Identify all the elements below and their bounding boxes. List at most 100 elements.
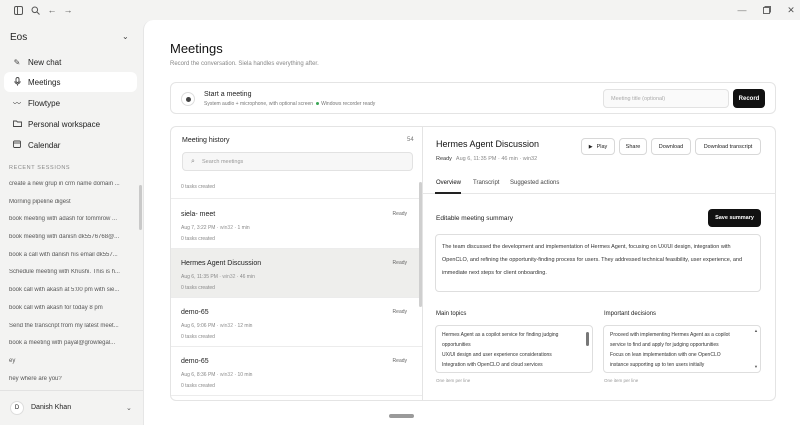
record-button[interactable]: Record <box>733 89 765 108</box>
meeting-title-input[interactable] <box>603 89 729 108</box>
session-item[interactable]: Schedule meeting with Khushi. This is h.… <box>9 269 131 275</box>
nav-meetings[interactable]: Meetings <box>4 72 137 92</box>
search-icon: ⌕ <box>191 158 195 165</box>
session-item[interactable]: book a call with danish his email dk557.… <box>9 252 131 258</box>
meeting-title: demo-65 <box>181 358 209 365</box>
nav-label: Calendar <box>28 140 61 150</box>
session-item[interactable]: Morning pipeline digest <box>9 199 131 205</box>
app-window: ← → — ✕ Eos ⌄ ✎ New chat Meetings 〰 Flow… <box>0 0 800 425</box>
status-badge: Ready <box>392 211 407 217</box>
session-item[interactable]: book meeting with adash for tommrow ... <box>9 216 131 222</box>
share-button[interactable]: Share <box>619 138 647 155</box>
important-decisions-label: Important decisions <box>604 311 657 317</box>
nav-calendar[interactable]: Calendar <box>4 135 137 155</box>
search-icon[interactable] <box>29 4 41 16</box>
resize-handle[interactable] <box>389 414 414 418</box>
main-topics-textarea[interactable]: Hermes Agent as a copilot service for fi… <box>435 325 593 373</box>
meeting-meta: Aug 6, 11:35 PM · win32 · 46 min <box>181 274 255 280</box>
sidebar: Eos ⌄ ✎ New chat Meetings 〰 Flowtype Per… <box>0 20 143 425</box>
page-subtitle: Record the conversation. Siela handles e… <box>170 61 319 67</box>
editable-summary-label: Editable meeting summary <box>436 215 513 222</box>
main-panel: Meetings Record the conversation. Siela … <box>143 20 800 425</box>
folder-icon <box>12 120 22 129</box>
status-dot-icon <box>316 102 320 106</box>
list-item: Focus on lean implementation with one Op… <box>610 352 721 358</box>
start-meeting-bar: Start a meeting System audio + microphon… <box>170 82 776 114</box>
meeting-list-item[interactable]: demo-65 Ready Aug 6, 8:36 PM · win32 · 1… <box>171 347 422 396</box>
search-placeholder: Search meetings <box>202 159 244 165</box>
start-meeting-desc: System audio + microphone, with optional… <box>204 101 376 107</box>
nav-new-chat[interactable]: ✎ New chat <box>4 52 137 72</box>
search-meetings-input[interactable]: ⌕ Search meetings <box>182 152 413 171</box>
list-item: opportunities <box>442 342 471 348</box>
meeting-title: siela- meet <box>181 211 216 218</box>
sidebar-toggle-icon[interactable] <box>12 4 24 16</box>
important-decisions-textarea[interactable]: Proceed with implementing Hermes Agent a… <box>603 325 761 373</box>
summary-textarea[interactable]: The team discussed the development and i… <box>435 234 761 292</box>
tab-transcript[interactable]: Transcript <box>473 180 499 186</box>
page-title: Meetings <box>170 41 223 56</box>
list-item: UX/UI design and user experience conside… <box>442 352 552 358</box>
session-item[interactable]: ey <box>9 358 131 364</box>
user-menu[interactable]: D Danish Khan ⌄ <box>0 390 143 425</box>
save-summary-button[interactable]: Save summary <box>708 209 761 227</box>
meeting-history-panel: Meeting history 54 ⌕ Search meetings 0 t… <box>170 126 423 401</box>
detail-tabs: Overview Transcript Suggested actions <box>423 174 776 194</box>
user-name: Danish Khan <box>31 404 72 411</box>
title-bar: ← → — ✕ <box>0 0 800 20</box>
meeting-count: 54 <box>407 137 414 143</box>
tab-overview[interactable]: Overview <box>436 180 461 186</box>
meeting-list-item-selected[interactable]: Hermes Agent Discussion Ready Aug 6, 11:… <box>171 249 422 298</box>
session-item[interactable]: create a new grup in crm name domain ... <box>9 181 131 187</box>
list-item: Hermes Agent as a copilot service for fi… <box>442 332 559 338</box>
download-button[interactable]: Download <box>651 138 691 155</box>
microphone-icon <box>12 76 22 88</box>
list-item: Proceed with implementing Hermes Agent a… <box>610 332 730 338</box>
main-topics-hint: One item per line <box>436 378 471 383</box>
recorder-status: Windows recorder ready <box>321 101 376 107</box>
meeting-meta: Aug 6, 8:36 PM · win32 · 10 min <box>181 372 253 378</box>
meeting-meta: Aug 7, 3:22 PM · win32 · 1 min <box>181 225 250 231</box>
nav-label: Meetings <box>28 77 61 87</box>
meeting-list-item[interactable]: demo-65 Ready Aug 6, 9:06 PM · win32 · 1… <box>171 298 422 347</box>
list-item[interactable]: 0 tasks created <box>171 179 422 199</box>
session-item[interactable]: book a meeting with payal@growlegal... <box>9 340 131 346</box>
download-transcript-button[interactable]: Download transcript <box>695 138 761 155</box>
calendar-icon <box>12 140 22 150</box>
list-item: Integration with OpenCLO and cloud servi… <box>442 362 543 368</box>
textarea-scrollbar[interactable] <box>586 332 589 346</box>
scroll-down-icon[interactable]: ▼ <box>754 364 758 369</box>
tab-suggested-actions[interactable]: Suggested actions <box>510 180 559 186</box>
meeting-detail-meta: Ready Aug 6, 11:35 PM · 46 min · win32 <box>436 156 538 162</box>
scroll-up-icon[interactable]: ▲ <box>754 328 758 333</box>
new-chat-icon: ✎ <box>13 57 21 67</box>
start-meeting-title: Start a meeting <box>204 91 252 98</box>
nav-flowtype[interactable]: 〰 Flowtype <box>4 93 137 113</box>
chevron-down-icon[interactable]: ⌄ <box>126 404 132 412</box>
meeting-meta: Aug 6, 9:06 PM · win32 · 12 min <box>181 323 253 329</box>
close-icon[interactable]: ✕ <box>785 4 797 16</box>
sidebar-scrollbar[interactable] <box>139 185 142 230</box>
tasks-created: 0 tasks created <box>181 236 215 242</box>
play-button[interactable]: ▶ Play <box>581 138 615 155</box>
avatar: D <box>10 401 24 415</box>
workspace-name[interactable]: Eos <box>10 32 27 43</box>
chevron-down-icon[interactable]: ⌄ <box>122 32 129 41</box>
nav-personal-workspace[interactable]: Personal workspace <box>4 114 137 134</box>
minimize-icon[interactable]: — <box>736 4 748 16</box>
session-item[interactable]: book call with akash at 5:00 pm with sie… <box>9 287 131 293</box>
status-badge: Ready <box>436 156 452 162</box>
list-item: service to find and apply for judging op… <box>610 342 719 348</box>
session-item[interactable]: Send the transcript from my latest meet.… <box>9 323 131 329</box>
tasks-created: 0 tasks created <box>181 285 215 291</box>
meeting-list-item[interactable]: siela- meet Ready Aug 7, 3:22 PM · win32… <box>171 200 422 249</box>
session-item[interactable]: hey where are you? <box>9 376 131 382</box>
session-item[interactable]: book call with akash for today 8 pm <box>9 305 131 311</box>
history-scrollbar[interactable] <box>419 182 422 307</box>
session-item[interactable]: book meeting with danish dk5576768@... <box>9 234 131 240</box>
status-badge: Ready <box>392 260 407 266</box>
forward-arrow-icon[interactable]: → <box>62 4 74 16</box>
back-arrow-icon[interactable]: ← <box>46 4 58 16</box>
play-icon: ▶ <box>588 143 593 150</box>
maximize-icon[interactable] <box>761 4 773 16</box>
